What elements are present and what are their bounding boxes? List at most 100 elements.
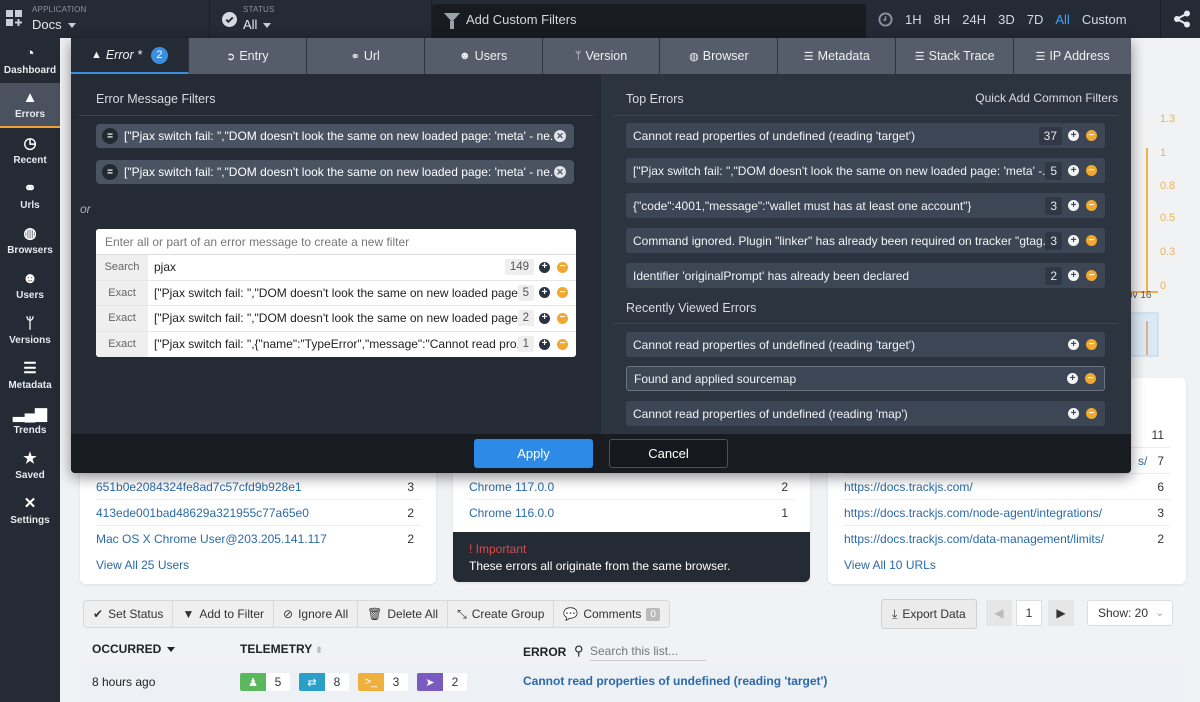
top-error-item[interactable]: ["Pjax switch fail: ","DOM doesn't look …: [626, 158, 1105, 183]
status-selector[interactable]: STATUS All: [210, 0, 432, 38]
plus-circle-icon[interactable]: +: [1068, 408, 1079, 419]
minus-circle-icon[interactable]: −: [557, 338, 568, 350]
sidebar-item-settings[interactable]: ✕ Settings: [0, 488, 60, 533]
list-item[interactable]: Chrome 117.0.0 2: [469, 474, 794, 500]
sidebar-item-errors[interactable]: ▲ Errors: [0, 83, 60, 128]
minus-circle-icon[interactable]: −: [1085, 373, 1096, 384]
column-telemetry[interactable]: TELEMETRY ⬍: [240, 642, 323, 656]
time-range-24h[interactable]: 24H: [956, 12, 992, 27]
time-range-7d[interactable]: 7D: [1021, 12, 1050, 27]
minus-circle-icon[interactable]: −: [1086, 339, 1097, 350]
search-suggestion-row[interactable]: Search pjax 149 + −: [96, 255, 576, 281]
top-error-item[interactable]: Cannot read properties of undefined (rea…: [626, 123, 1105, 148]
page-number[interactable]: 1: [1016, 600, 1042, 626]
top-error-item[interactable]: {"code":4001,"message":"wallet must has …: [626, 193, 1105, 218]
recent-error-item[interactable]: Cannot read properties of undefined (rea…: [626, 332, 1105, 357]
application-selector[interactable]: APPLICATION Docs: [0, 0, 210, 38]
time-range-custom[interactable]: Custom: [1076, 12, 1133, 27]
minus-circle-icon[interactable]: −: [557, 287, 568, 299]
list-item[interactable]: 651b0e2084324fe8ad7c57cfd9b928e1 3: [96, 474, 420, 500]
tab-entry[interactable]: ➲ Entry: [189, 38, 307, 74]
column-occurred[interactable]: OCCURRED: [92, 642, 176, 656]
search-suggestion-row[interactable]: Exact ["Pjax switch fail: ",{"name":"Typ…: [96, 331, 576, 357]
tab-url[interactable]: ⚭ Url: [307, 38, 425, 74]
plus-circle-icon[interactable]: +: [1068, 339, 1079, 350]
export-data-button[interactable]: ⤓ Export Data: [881, 599, 977, 629]
minus-circle-icon[interactable]: −: [1086, 165, 1097, 176]
sidebar-item-recent[interactable]: ◷ Recent: [0, 128, 60, 173]
url-link[interactable]: https://docs.trackjs.com/node-agent/inte…: [844, 506, 1102, 520]
recent-error-item[interactable]: Cannot read properties of undefined (rea…: [626, 401, 1105, 426]
page-size-select[interactable]: Show: 20 ⌄: [1087, 600, 1173, 626]
sidebar-item-versions[interactable]: ᛘ Versions: [0, 308, 60, 353]
minus-circle-icon[interactable]: −: [1086, 408, 1097, 419]
sidebar-item-browsers[interactable]: ◍ Browsers: [0, 218, 60, 263]
plus-circle-icon[interactable]: +: [539, 287, 550, 299]
url-link[interactable]: https://docs.trackjs.com/: [844, 480, 973, 494]
delete-all-button[interactable]: 🗑 Delete All: [358, 601, 449, 627]
url-link[interactable]: https://docs.trackjs.com/data-management…: [844, 532, 1104, 546]
plus-circle-icon[interactable]: +: [1067, 373, 1078, 384]
create-group-button[interactable]: ⤡ Create Group: [448, 601, 555, 627]
apply-button[interactable]: Apply: [474, 439, 593, 468]
minus-circle-icon[interactable]: −: [1086, 270, 1097, 281]
list-item[interactable]: 413ede001bad48629a321955c77a65e0 2: [96, 500, 420, 526]
tab-error[interactable]: ▲ Error * 2: [71, 38, 189, 74]
search-suggestion-row[interactable]: Exact ["Pjax switch fail: ","DOM doesn't…: [96, 280, 576, 306]
set-status-button[interactable]: ✔ Set Status: [84, 601, 174, 627]
list-item[interactable]: Chrome 116.0.0 1: [469, 500, 794, 526]
tab-metadata[interactable]: ☰ Metadata: [778, 38, 897, 74]
tab-ip-address[interactable]: ☰ IP Address: [1014, 38, 1131, 74]
plus-circle-icon[interactable]: +: [1068, 200, 1079, 211]
next-page-button[interactable]: ▶: [1048, 600, 1074, 626]
top-error-item[interactable]: Command ignored. Plugin "linker" has alr…: [626, 228, 1105, 253]
tab-version[interactable]: ᛘ Version: [543, 38, 661, 74]
url-link[interactable]: s/: [1138, 454, 1147, 468]
plus-circle-icon[interactable]: +: [1068, 270, 1079, 281]
plus-circle-icon[interactable]: +: [1068, 165, 1079, 176]
user-link[interactable]: Mac OS X Chrome User@203.205.141.117: [96, 532, 327, 546]
share-button[interactable]: [1160, 0, 1200, 38]
search-suggestion-row[interactable]: Exact ["Pjax switch fail: ","DOM doesn't…: [96, 306, 576, 332]
list-item[interactable]: Mac OS X Chrome User@203.205.141.117 2: [96, 526, 420, 552]
tab-stack-trace[interactable]: ☰ Stack Trace: [896, 38, 1015, 74]
time-range-3d[interactable]: 3D: [992, 12, 1021, 27]
recent-error-item[interactable]: Found and applied sourcemap + −: [626, 366, 1105, 391]
search-list-input[interactable]: [590, 641, 706, 661]
list-item[interactable]: https://docs.trackjs.com/node-agent/inte…: [844, 500, 1170, 526]
list-item[interactable]: https://docs.trackjs.com/data-management…: [844, 526, 1170, 552]
cancel-button[interactable]: Cancel: [609, 439, 728, 468]
view-all-users-link[interactable]: View All 25 Users: [96, 558, 189, 572]
minus-circle-icon[interactable]: −: [557, 312, 568, 324]
tab-users[interactable]: ☻ Users: [425, 38, 543, 74]
error-message-input[interactable]: [96, 229, 576, 255]
sidebar-item-trends[interactable]: ▂▄▆ Trends: [0, 398, 60, 443]
list-item[interactable]: https://docs.trackjs.com/6: [844, 474, 1170, 500]
top-error-item[interactable]: Identifier 'originalPrompt' has already …: [626, 263, 1105, 288]
sidebar-item-urls[interactable]: ⚭ Urls: [0, 173, 60, 218]
remove-filter-icon[interactable]: ✕: [554, 130, 566, 142]
minus-circle-icon[interactable]: −: [557, 261, 568, 273]
time-range-8h[interactable]: 8H: [928, 12, 957, 27]
error-link[interactable]: Cannot read properties of undefined (rea…: [523, 674, 827, 688]
sidebar-item-dashboard[interactable]: ◔ Dashboard: [0, 38, 60, 83]
remove-filter-icon[interactable]: ✕: [554, 166, 566, 178]
minus-circle-icon[interactable]: −: [1086, 200, 1097, 211]
plus-circle-icon[interactable]: +: [539, 312, 550, 324]
plus-circle-icon[interactable]: +: [539, 261, 550, 273]
user-link[interactable]: 651b0e2084324fe8ad7c57cfd9b928e1: [96, 480, 302, 494]
view-all-urls-link[interactable]: View All 10 URLs: [844, 558, 936, 572]
minus-circle-icon[interactable]: −: [1086, 130, 1097, 141]
user-link[interactable]: 413ede001bad48629a321955c77a65e0: [96, 506, 309, 520]
add-to-filter-button[interactable]: ▼ Add to Filter: [173, 601, 275, 627]
time-range-1h[interactable]: 1H: [899, 12, 928, 27]
browser-link[interactable]: Chrome 116.0.0: [469, 506, 554, 520]
add-custom-filters-button[interactable]: Add Custom Filters: [432, 4, 866, 38]
comments-button[interactable]: 💬 Comments 0: [554, 601, 669, 627]
plus-circle-icon[interactable]: +: [539, 338, 550, 350]
plus-circle-icon[interactable]: +: [1068, 130, 1079, 141]
plus-circle-icon[interactable]: +: [1068, 235, 1079, 246]
ignore-all-button[interactable]: ⊘ Ignore All: [274, 601, 359, 627]
tab-browser[interactable]: ◍ Browser: [660, 38, 779, 74]
prev-page-button[interactable]: ◀: [986, 600, 1012, 626]
